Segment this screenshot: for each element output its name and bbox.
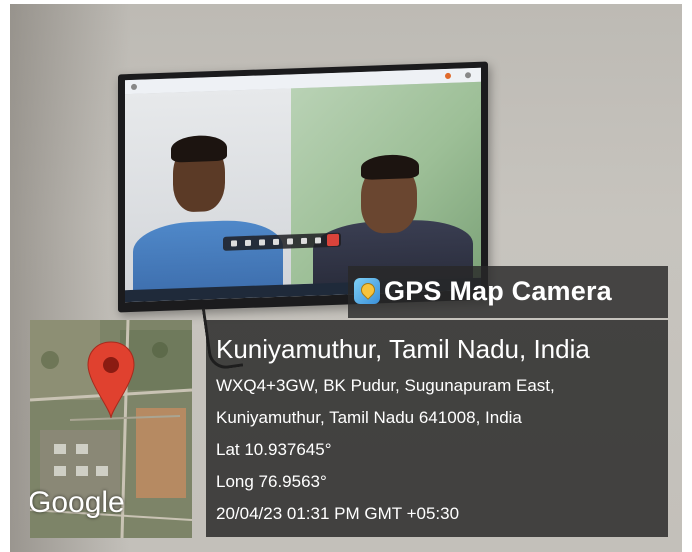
location-info-box: Kuniyamuthur, Tamil Nadu, India WXQ4+3GW… <box>206 320 668 537</box>
place-title: Kuniyamuthur, Tamil Nadu, India <box>216 334 590 364</box>
latitude: Lat 10.937645° <box>216 440 332 459</box>
map-pin-icon <box>87 341 135 419</box>
video-tile-right <box>291 81 481 288</box>
person-left-hair <box>171 134 227 163</box>
address-line-2: Kuniyamuthur, Tamil Nadu 641008, India <box>216 408 522 427</box>
address-line-1: WXQ4+3GW, BK Pudur, Sugunapuram East, <box>216 376 555 395</box>
end-call-icon <box>327 233 339 247</box>
app-name: GPS Map Camera <box>384 276 612 306</box>
gps-app-icon <box>354 278 380 304</box>
person-left-body <box>133 218 283 294</box>
longitude: Long 76.9563° <box>216 472 327 491</box>
google-logo: Google <box>30 486 125 519</box>
datetime: 20/04/23 01:31 PM GMT +05:30 <box>216 504 460 523</box>
person-right-hair <box>361 153 419 180</box>
gps-header: GPS Map Camera <box>348 266 668 318</box>
map-thumbnail: Google <box>30 320 192 538</box>
video-tile-left <box>125 88 291 294</box>
